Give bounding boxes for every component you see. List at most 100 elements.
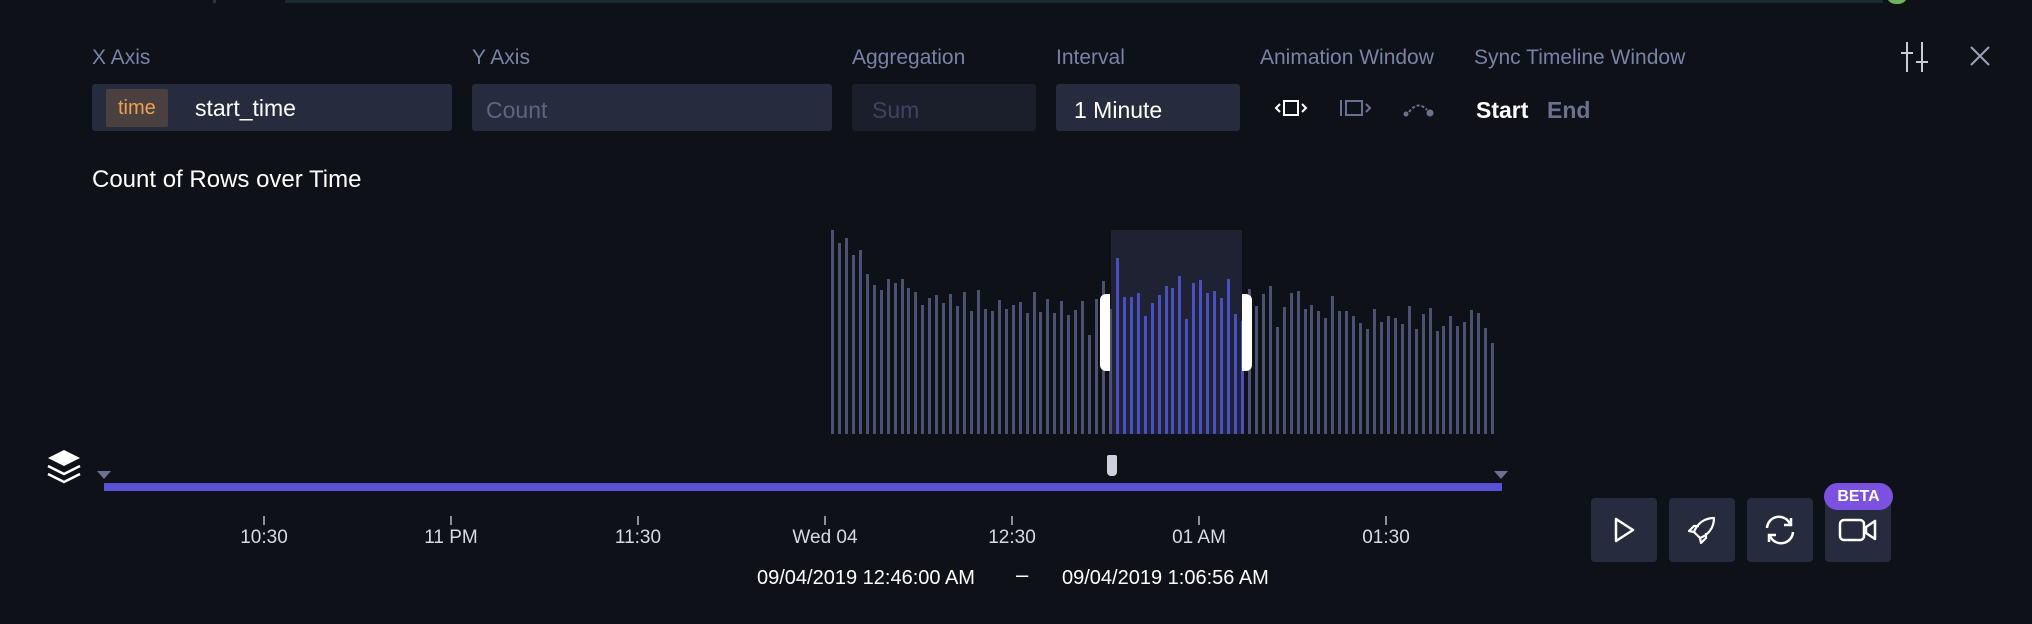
histogram-bar xyxy=(1081,301,1085,434)
histogram-bar xyxy=(879,290,883,434)
histogram-bar xyxy=(983,308,987,434)
histogram-bar xyxy=(1227,279,1230,434)
incremental-window-icon[interactable] xyxy=(1338,96,1372,120)
histogram-bar xyxy=(1115,257,1119,434)
interval-select[interactable]: 1 Minute xyxy=(1056,84,1240,131)
histogram-bar xyxy=(1456,325,1460,434)
range-end-time: 09/04/2019 1:06:56 AM xyxy=(1062,567,1269,589)
x-axis-value: start_time xyxy=(195,95,296,121)
histogram-bar xyxy=(851,254,855,434)
free-window-icon[interactable] xyxy=(1274,96,1308,120)
tick-mark xyxy=(824,516,826,525)
x-tick-label: 11:30 xyxy=(614,527,662,548)
histogram-bar xyxy=(1067,314,1071,434)
histogram-bar xyxy=(1199,280,1203,434)
histogram-bar xyxy=(1407,305,1411,434)
histogram-bar xyxy=(1261,294,1265,434)
histogram-bar xyxy=(1324,317,1328,434)
x-tick-label: 10:30 xyxy=(240,527,288,548)
sync-end-option[interactable]: End xyxy=(1547,97,1590,124)
play-button[interactable] xyxy=(1591,498,1657,562)
histogram-bar xyxy=(921,304,925,434)
histogram-bar xyxy=(872,285,876,434)
histogram-bar xyxy=(831,230,834,434)
layers-icon[interactable] xyxy=(46,448,82,488)
histogram-bar xyxy=(1095,299,1098,434)
histogram-bar xyxy=(837,243,841,434)
histogram-bar xyxy=(1011,304,1015,434)
selection-left-handle[interactable] xyxy=(1100,294,1110,371)
histogram-bar xyxy=(1435,331,1439,434)
beta-badge: BETA xyxy=(1824,483,1893,510)
speed-button[interactable] xyxy=(1669,498,1735,562)
track-end-marker[interactable] xyxy=(1494,471,1508,479)
histogram-bar xyxy=(990,310,994,434)
histogram-bar xyxy=(1171,288,1175,434)
histogram-bar xyxy=(956,305,960,434)
histogram-bar xyxy=(914,292,918,434)
histogram-bar xyxy=(1178,275,1182,434)
histogram-bar xyxy=(1004,308,1008,434)
histogram-bar xyxy=(1345,310,1349,434)
histogram-bar xyxy=(1025,312,1029,434)
histogram-bar xyxy=(1310,304,1314,434)
histogram-bar xyxy=(1150,303,1154,434)
x-tick-label: 11 PM xyxy=(424,527,478,548)
histogram-bar xyxy=(1129,297,1133,434)
x-tick-label: 01 AM xyxy=(1172,527,1226,548)
histogram-bar xyxy=(1282,306,1286,434)
histogram-bar xyxy=(1088,335,1092,434)
range-start-time: 09/04/2019 12:46:00 AM xyxy=(757,567,975,589)
track-start-marker[interactable] xyxy=(97,471,111,479)
histogram-bar xyxy=(1386,315,1390,434)
histogram-bar xyxy=(1414,328,1418,434)
histogram-bar xyxy=(1372,308,1376,434)
selection-right-handle[interactable] xyxy=(1242,294,1252,371)
top-strip-cap xyxy=(213,0,216,3)
histogram-bar xyxy=(1185,318,1189,434)
histogram-bar xyxy=(1359,322,1362,434)
animation-window-label: Animation Window xyxy=(1260,46,1434,69)
chart-title: Count of Rows over Time xyxy=(92,166,362,193)
histogram-bar xyxy=(865,273,869,434)
histogram-bar xyxy=(900,279,904,434)
histogram-bar xyxy=(1039,311,1043,434)
sync-start-option[interactable]: Start xyxy=(1476,97,1528,124)
close-icon[interactable] xyxy=(1969,45,1991,67)
loop-button[interactable] xyxy=(1747,498,1813,562)
range-separator: – xyxy=(1016,562,1029,587)
histogram-bar xyxy=(1157,295,1161,434)
x-axis-label: X Axis xyxy=(92,46,151,69)
timeline-playhead[interactable] xyxy=(1107,455,1117,476)
histogram-bar xyxy=(1192,283,1196,434)
histogram-bar xyxy=(1234,313,1237,434)
x-tick-label: 01:30 xyxy=(1362,527,1410,548)
histogram-bar xyxy=(1060,301,1064,434)
x-tick-label: 12:30 xyxy=(988,527,1036,548)
histogram-bar xyxy=(1470,309,1474,434)
play-icon xyxy=(1614,517,1635,543)
histogram-bar xyxy=(1442,325,1446,434)
histogram-bar xyxy=(1428,307,1432,434)
timeline-track[interactable] xyxy=(104,483,1502,491)
histogram-bar xyxy=(1449,315,1453,434)
time-type-tag: time xyxy=(106,89,168,127)
tick-mark xyxy=(263,516,265,525)
aggregation-label: Aggregation xyxy=(852,46,966,69)
settings-sliders-icon[interactable] xyxy=(1900,40,1930,74)
histogram-bar xyxy=(1421,313,1425,434)
histogram[interactable] xyxy=(831,230,1498,434)
histogram-bar xyxy=(976,290,980,434)
histogram-bar xyxy=(858,250,862,434)
aggregation-select[interactable]: Sum xyxy=(852,84,1036,131)
histogram-bar xyxy=(1463,321,1467,434)
histogram-bar xyxy=(1484,327,1488,434)
histogram-bar xyxy=(1477,312,1481,434)
y-axis-select[interactable]: Count xyxy=(472,84,832,131)
histogram-bar xyxy=(1122,297,1126,434)
point-window-icon[interactable] xyxy=(1402,98,1436,120)
y-axis-placeholder: Count xyxy=(486,97,548,123)
x-axis-select[interactable]: time start_time xyxy=(92,84,452,131)
histogram-bar xyxy=(928,298,932,434)
histogram-bar xyxy=(997,300,1001,434)
